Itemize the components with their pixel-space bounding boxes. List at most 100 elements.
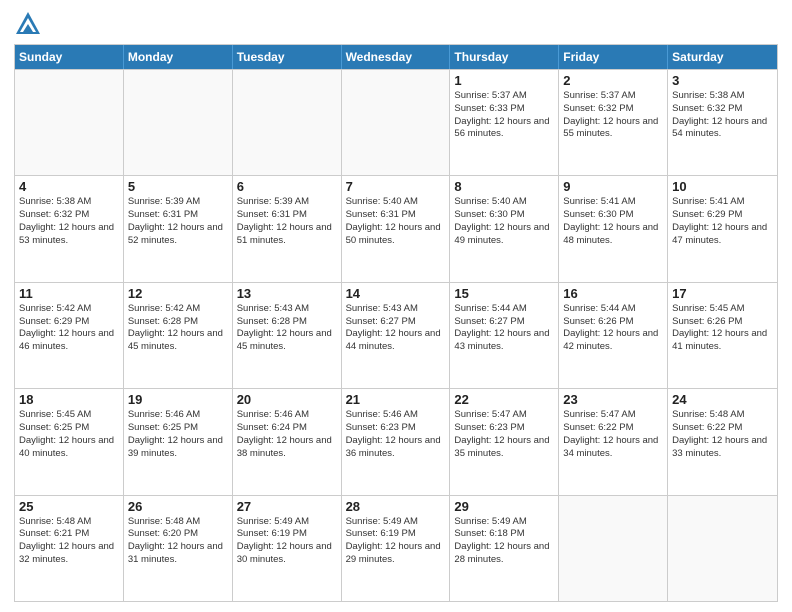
day-cell-15: 15 Sunrise: 5:44 AM Sunset: 6:27 PM Dayli…	[450, 283, 559, 388]
day-number: 25	[19, 499, 119, 514]
day-info: Sunrise: 5:41 AM Sunset: 6:30 PM Dayligh…	[563, 196, 663, 247]
day-cell-9: 9 Sunrise: 5:41 AM Sunset: 6:30 PM Daylig…	[559, 176, 668, 281]
day-info: Sunrise: 5:46 AM Sunset: 6:25 PM Dayligh…	[128, 409, 228, 460]
day-cell-empty	[342, 70, 451, 175]
day-cell-5: 5 Sunrise: 5:39 AM Sunset: 6:31 PM Daylig…	[124, 176, 233, 281]
day-number: 1	[454, 73, 554, 88]
day-cell-1: 1 Sunrise: 5:37 AM Sunset: 6:33 PM Daylig…	[450, 70, 559, 175]
day-cell-empty	[15, 70, 124, 175]
day-number: 24	[672, 392, 773, 407]
day-info: Sunrise: 5:38 AM Sunset: 6:32 PM Dayligh…	[672, 90, 773, 141]
day-info: Sunrise: 5:45 AM Sunset: 6:25 PM Dayligh…	[19, 409, 119, 460]
day-number: 7	[346, 179, 446, 194]
day-info: Sunrise: 5:40 AM Sunset: 6:30 PM Dayligh…	[454, 196, 554, 247]
day-info: Sunrise: 5:44 AM Sunset: 6:27 PM Dayligh…	[454, 303, 554, 354]
day-number: 9	[563, 179, 663, 194]
day-cell-3: 3Sunrise: 5:38 AM Sunset: 6:32 PM Daylig…	[668, 70, 777, 175]
day-info: Sunrise: 5:37 AM Sunset: 6:32 PM Dayligh…	[563, 90, 663, 141]
header-day-thursday: Thursday	[450, 45, 559, 69]
day-info: Sunrise: 5:49 AM Sunset: 6:18 PM Dayligh…	[454, 516, 554, 567]
day-info: Sunrise: 5:46 AM Sunset: 6:23 PM Dayligh…	[346, 409, 446, 460]
day-number: 14	[346, 286, 446, 301]
day-info: Sunrise: 5:39 AM Sunset: 6:31 PM Dayligh…	[237, 196, 337, 247]
day-info: Sunrise: 5:40 AM Sunset: 6:31 PM Dayligh…	[346, 196, 446, 247]
calendar-header: SundayMondayTuesdayWednesdayThursdayFrid…	[15, 45, 777, 69]
day-info: Sunrise: 5:41 AM Sunset: 6:29 PM Dayligh…	[672, 196, 773, 247]
header-day-sunday: Sunday	[15, 45, 124, 69]
day-info: Sunrise: 5:43 AM Sunset: 6:27 PM Dayligh…	[346, 303, 446, 354]
day-number: 6	[237, 179, 337, 194]
day-number: 28	[346, 499, 446, 514]
logo-icon	[14, 10, 42, 38]
day-info: Sunrise: 5:48 AM Sunset: 6:20 PM Dayligh…	[128, 516, 228, 567]
day-number: 20	[237, 392, 337, 407]
day-cell-24: 24Sunrise: 5:48 AM Sunset: 6:22 PM Dayli…	[668, 389, 777, 494]
day-info: Sunrise: 5:49 AM Sunset: 6:19 PM Dayligh…	[237, 516, 337, 567]
day-cell-12: 12 Sunrise: 5:42 AM Sunset: 6:28 PM Dayli…	[124, 283, 233, 388]
day-info: Sunrise: 5:47 AM Sunset: 6:22 PM Dayligh…	[563, 409, 663, 460]
day-info: Sunrise: 5:46 AM Sunset: 6:24 PM Dayligh…	[237, 409, 337, 460]
day-info: Sunrise: 5:42 AM Sunset: 6:29 PM Dayligh…	[19, 303, 119, 354]
day-info: Sunrise: 5:44 AM Sunset: 6:26 PM Dayligh…	[563, 303, 663, 354]
day-cell-empty	[668, 496, 777, 601]
day-info: Sunrise: 5:48 AM Sunset: 6:21 PM Dayligh…	[19, 516, 119, 567]
day-cell-29: 29 Sunrise: 5:49 AM Sunset: 6:18 PM Dayli…	[450, 496, 559, 601]
header	[14, 10, 778, 38]
header-day-monday: Monday	[124, 45, 233, 69]
day-number: 4	[19, 179, 119, 194]
day-cell-2: 2 Sunrise: 5:37 AM Sunset: 6:32 PM Daylig…	[559, 70, 668, 175]
day-cell-18: 18 Sunrise: 5:45 AM Sunset: 6:25 PM Dayli…	[15, 389, 124, 494]
day-number: 21	[346, 392, 446, 407]
header-day-wednesday: Wednesday	[342, 45, 451, 69]
day-cell-11: 11Sunrise: 5:42 AM Sunset: 6:29 PM Dayli…	[15, 283, 124, 388]
day-number: 2	[563, 73, 663, 88]
day-info: Sunrise: 5:43 AM Sunset: 6:28 PM Dayligh…	[237, 303, 337, 354]
header-day-friday: Friday	[559, 45, 668, 69]
day-number: 17	[672, 286, 773, 301]
day-number: 27	[237, 499, 337, 514]
day-number: 5	[128, 179, 228, 194]
week-row-1: 4Sunrise: 5:38 AM Sunset: 6:32 PM Daylig…	[15, 175, 777, 281]
day-number: 18	[19, 392, 119, 407]
week-row-2: 11Sunrise: 5:42 AM Sunset: 6:29 PM Dayli…	[15, 282, 777, 388]
day-cell-empty	[233, 70, 342, 175]
day-cell-6: 6 Sunrise: 5:39 AM Sunset: 6:31 PM Daylig…	[233, 176, 342, 281]
day-cell-14: 14 Sunrise: 5:43 AM Sunset: 6:27 PM Dayli…	[342, 283, 451, 388]
day-cell-13: 13Sunrise: 5:43 AM Sunset: 6:28 PM Dayli…	[233, 283, 342, 388]
week-row-4: 25 Sunrise: 5:48 AM Sunset: 6:21 PM Dayli…	[15, 495, 777, 601]
calendar: SundayMondayTuesdayWednesdayThursdayFrid…	[14, 44, 778, 602]
day-cell-19: 19 Sunrise: 5:46 AM Sunset: 6:25 PM Dayli…	[124, 389, 233, 494]
header-day-saturday: Saturday	[668, 45, 777, 69]
header-day-tuesday: Tuesday	[233, 45, 342, 69]
day-cell-8: 8 Sunrise: 5:40 AM Sunset: 6:30 PM Daylig…	[450, 176, 559, 281]
day-cell-28: 28 Sunrise: 5:49 AM Sunset: 6:19 PM Dayli…	[342, 496, 451, 601]
day-cell-27: 27 Sunrise: 5:49 AM Sunset: 6:19 PM Dayli…	[233, 496, 342, 601]
day-info: Sunrise: 5:39 AM Sunset: 6:31 PM Dayligh…	[128, 196, 228, 247]
day-cell-7: 7 Sunrise: 5:40 AM Sunset: 6:31 PM Daylig…	[342, 176, 451, 281]
day-number: 16	[563, 286, 663, 301]
day-info: Sunrise: 5:42 AM Sunset: 6:28 PM Dayligh…	[128, 303, 228, 354]
day-cell-21: 21 Sunrise: 5:46 AM Sunset: 6:23 PM Dayli…	[342, 389, 451, 494]
day-info: Sunrise: 5:49 AM Sunset: 6:19 PM Dayligh…	[346, 516, 446, 567]
day-cell-4: 4Sunrise: 5:38 AM Sunset: 6:32 PM Daylig…	[15, 176, 124, 281]
day-number: 23	[563, 392, 663, 407]
page: SundayMondayTuesdayWednesdayThursdayFrid…	[0, 0, 792, 612]
day-info: Sunrise: 5:45 AM Sunset: 6:26 PM Dayligh…	[672, 303, 773, 354]
day-number: 15	[454, 286, 554, 301]
calendar-body: 1 Sunrise: 5:37 AM Sunset: 6:33 PM Daylig…	[15, 69, 777, 601]
day-info: Sunrise: 5:37 AM Sunset: 6:33 PM Dayligh…	[454, 90, 554, 141]
day-cell-25: 25 Sunrise: 5:48 AM Sunset: 6:21 PM Dayli…	[15, 496, 124, 601]
day-number: 29	[454, 499, 554, 514]
day-cell-10: 10 Sunrise: 5:41 AM Sunset: 6:29 PM Dayli…	[668, 176, 777, 281]
day-cell-23: 23 Sunrise: 5:47 AM Sunset: 6:22 PM Dayli…	[559, 389, 668, 494]
day-number: 10	[672, 179, 773, 194]
day-cell-16: 16 Sunrise: 5:44 AM Sunset: 6:26 PM Dayli…	[559, 283, 668, 388]
day-cell-26: 26 Sunrise: 5:48 AM Sunset: 6:20 PM Dayli…	[124, 496, 233, 601]
day-cell-22: 22Sunrise: 5:47 AM Sunset: 6:23 PM Dayli…	[450, 389, 559, 494]
day-info: Sunrise: 5:47 AM Sunset: 6:23 PM Dayligh…	[454, 409, 554, 460]
day-number: 12	[128, 286, 228, 301]
day-number: 8	[454, 179, 554, 194]
day-number: 19	[128, 392, 228, 407]
logo-area	[14, 10, 46, 38]
day-number: 26	[128, 499, 228, 514]
